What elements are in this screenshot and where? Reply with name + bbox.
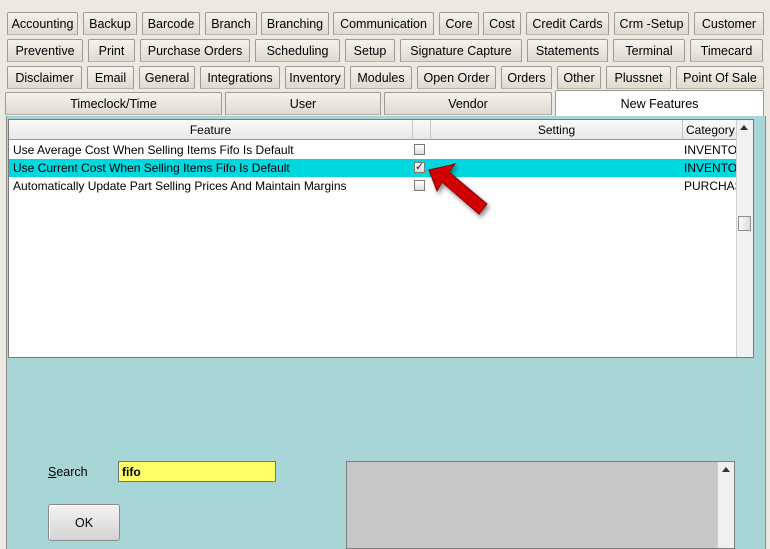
category-cell: INVENTORY bbox=[684, 143, 738, 157]
tab-open-order[interactable]: Open Order bbox=[417, 66, 496, 89]
features-grid: Feature Setting Category Use Average Cos… bbox=[8, 119, 754, 358]
tab-row-1: Accounting Backup Barcode Branch Branchi… bbox=[0, 10, 770, 37]
tab-row-3: Disclaimer Email General Integrations In… bbox=[0, 64, 770, 91]
notes-scrollbar[interactable] bbox=[717, 462, 734, 548]
tab-row-4: Timeclock/Time User Vendor New Features bbox=[0, 90, 770, 117]
tab-disclaimer[interactable]: Disclaimer bbox=[7, 66, 82, 89]
tab-timeclock-time[interactable]: Timeclock/Time bbox=[5, 92, 222, 115]
search-label: Search bbox=[48, 465, 88, 479]
category-cell: PURCHASE bbox=[684, 179, 738, 193]
tab-scheduling[interactable]: Scheduling bbox=[255, 39, 340, 62]
tab-preventive[interactable]: Preventive bbox=[7, 39, 83, 62]
tab-branching[interactable]: Branching bbox=[261, 12, 329, 35]
tab-statements[interactable]: Statements bbox=[527, 39, 608, 62]
table-row[interactable]: Use Average Cost When Selling Items Fifo… bbox=[9, 141, 738, 159]
scroll-up-arrow-icon[interactable] bbox=[722, 467, 730, 472]
column-header-check bbox=[413, 120, 431, 140]
scroll-up-arrow-icon[interactable] bbox=[740, 125, 748, 130]
feature-cell: Automatically Update Part Selling Prices… bbox=[13, 179, 347, 193]
tab-setup[interactable]: Setup bbox=[345, 39, 395, 62]
tab-plussnet[interactable]: Plussnet bbox=[606, 66, 671, 89]
tab-print[interactable]: Print bbox=[88, 39, 135, 62]
tab-purchase-orders[interactable]: Purchase Orders bbox=[140, 39, 250, 62]
table-row[interactable]: Automatically Update Part Selling Prices… bbox=[9, 177, 738, 195]
tab-backup[interactable]: Backup bbox=[83, 12, 137, 35]
tab-core[interactable]: Core bbox=[439, 12, 479, 35]
ok-button[interactable]: OK bbox=[48, 504, 120, 541]
tab-cost[interactable]: Cost bbox=[483, 12, 521, 35]
tab-barcode[interactable]: Barcode bbox=[142, 12, 200, 35]
setting-checkbox[interactable]: ✓ bbox=[414, 161, 425, 173]
category-cell: INVENTORY bbox=[684, 161, 738, 175]
feature-cell: Use Current Cost When Selling Items Fifo… bbox=[13, 161, 290, 175]
tab-email[interactable]: Email bbox=[87, 66, 134, 89]
scrollbar-thumb[interactable] bbox=[738, 216, 751, 231]
tab-other[interactable]: Other bbox=[557, 66, 601, 89]
tab-integrations[interactable]: Integrations bbox=[200, 66, 280, 89]
tab-timecard[interactable]: Timecard bbox=[690, 39, 763, 62]
column-header-setting[interactable]: Setting bbox=[431, 120, 683, 140]
search-input[interactable] bbox=[118, 461, 276, 482]
tab-user[interactable]: User bbox=[225, 92, 381, 115]
table-row-selected[interactable]: Use Current Cost When Selling Items Fifo… bbox=[9, 159, 738, 177]
setting-checkbox[interactable] bbox=[414, 180, 425, 191]
tab-modules[interactable]: Modules bbox=[350, 66, 412, 89]
notes-box[interactable] bbox=[346, 461, 735, 549]
tab-general[interactable]: General bbox=[139, 66, 195, 89]
check-mark-icon: ✓ bbox=[415, 161, 425, 173]
tab-new-features[interactable]: New Features bbox=[555, 90, 764, 117]
column-header-category[interactable]: Category bbox=[683, 120, 738, 140]
tab-vendor[interactable]: Vendor bbox=[384, 92, 552, 115]
tab-communication[interactable]: Communication bbox=[333, 12, 434, 35]
tab-inventory[interactable]: Inventory bbox=[285, 66, 345, 89]
tab-point-of-sale[interactable]: Point Of Sale bbox=[676, 66, 764, 89]
tab-customer[interactable]: Customer bbox=[694, 12, 764, 35]
tab-credit-cards[interactable]: Credit Cards bbox=[526, 12, 609, 35]
tab-crm-setup[interactable]: Crm -Setup bbox=[614, 12, 689, 35]
vertical-scrollbar[interactable] bbox=[736, 120, 753, 357]
tab-row-2: Preventive Print Purchase Orders Schedul… bbox=[0, 37, 770, 64]
red-arrow-icon bbox=[428, 163, 488, 215]
feature-cell: Use Average Cost When Selling Items Fifo… bbox=[13, 143, 294, 157]
column-header-feature[interactable]: Feature bbox=[9, 120, 413, 140]
tab-orders[interactable]: Orders bbox=[501, 66, 552, 89]
tab-signature-capture[interactable]: Signature Capture bbox=[400, 39, 522, 62]
tab-accounting[interactable]: Accounting bbox=[7, 12, 78, 35]
search-label-rest: earch bbox=[56, 465, 88, 479]
tab-terminal[interactable]: Terminal bbox=[613, 39, 685, 62]
tab-branch[interactable]: Branch bbox=[205, 12, 257, 35]
setting-checkbox[interactable] bbox=[414, 144, 425, 155]
